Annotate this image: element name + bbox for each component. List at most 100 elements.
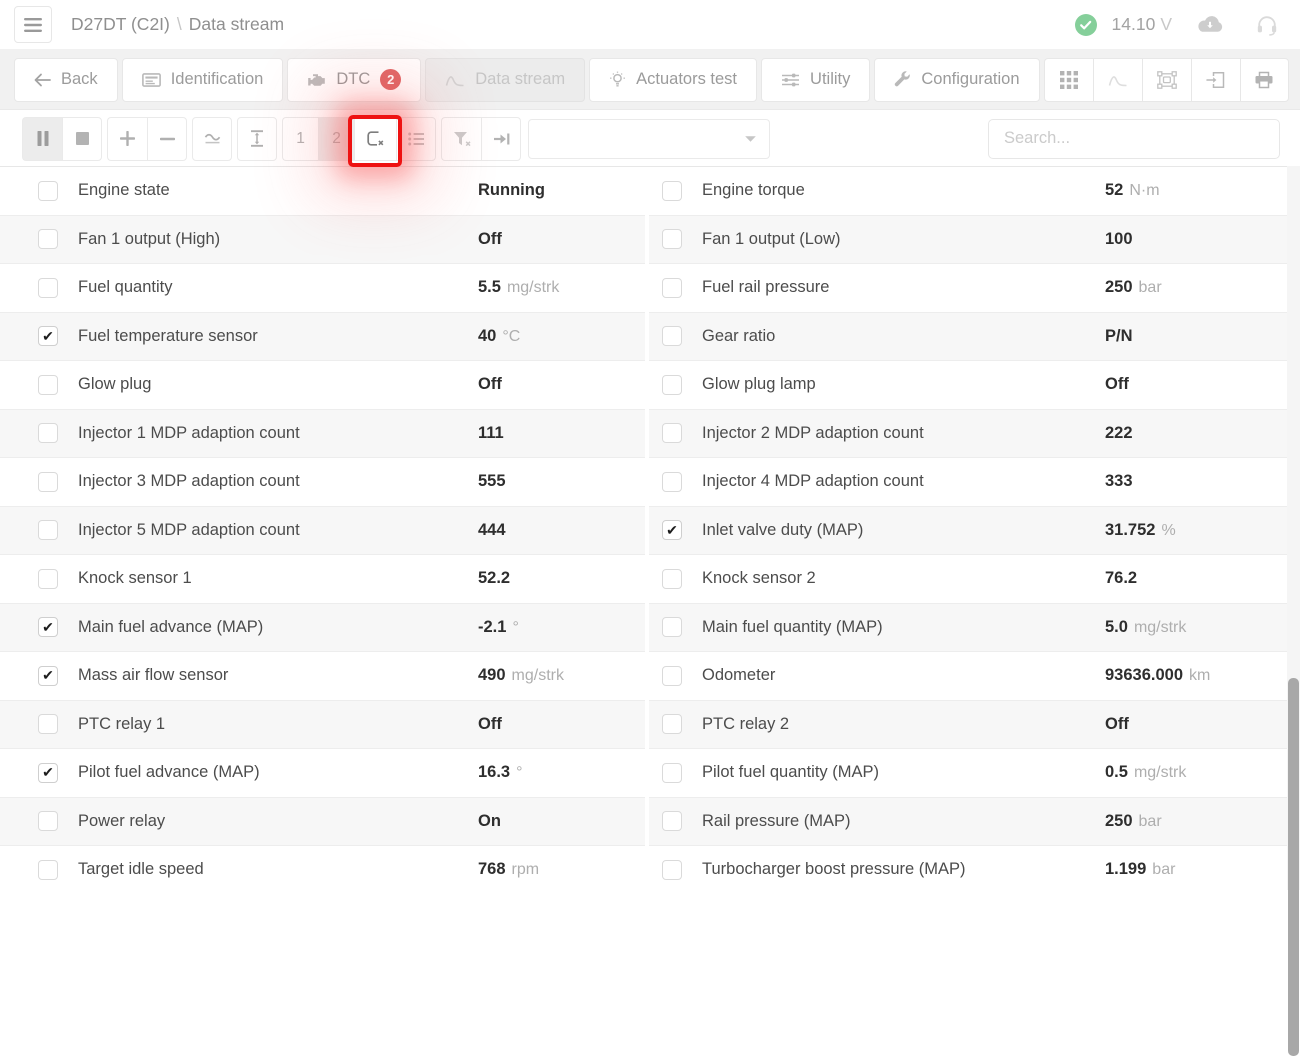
row-checkbox[interactable] [38,472,58,492]
headset-icon[interactable] [1256,14,1278,36]
tab-utility[interactable]: Utility [761,58,870,102]
parameter-value: 444 [478,521,506,540]
page-1-button[interactable]: 1 [282,117,318,161]
parameter-value: 52 [1105,181,1123,200]
row-checkbox[interactable] [38,520,58,540]
row-checkbox[interactable]: ✔ [38,617,58,637]
row-checkbox[interactable] [38,569,58,589]
parameter-name: Power relay [78,812,478,831]
parameter-group-dropdown[interactable] [528,119,770,159]
row-checkbox[interactable]: ✔ [38,326,58,346]
pause-button[interactable] [22,117,62,161]
page-2-button[interactable]: 2 [318,117,354,161]
parameter-name: Knock sensor 1 [78,569,478,588]
row-checkbox[interactable] [38,423,58,443]
add-button[interactable] [107,117,147,161]
voltage-value: 14.10 [1112,14,1156,34]
row-checkbox[interactable]: ✔ [38,763,58,783]
row-checkbox[interactable] [662,714,682,734]
clear-selection-icon [366,130,385,147]
export-button[interactable] [1191,58,1240,102]
parameter-value-cell: 40 °C [478,327,645,346]
grid-icon [1060,71,1078,89]
print-icon [1254,71,1274,89]
parameter-name: Fan 1 output (High) [78,230,478,249]
tab-dtc[interactable]: DTC 2 [287,58,421,102]
scrollbar-thumb[interactable] [1288,678,1299,1056]
parameter-value: 333 [1105,472,1133,491]
tab-label: Identification [171,70,264,89]
parameter-value-cell: Off [1105,715,1300,734]
table-row: Injector 1 MDP adaption count 111 [0,410,645,459]
row-checkbox[interactable] [662,423,682,443]
fit-height-button[interactable] [237,117,277,161]
cloud-download-icon[interactable] [1196,15,1224,34]
parameter-unit: bar [1139,813,1162,831]
row-checkbox[interactable] [662,763,682,783]
row-checkbox[interactable] [662,181,682,201]
parameter-value: 250 [1105,812,1133,831]
table-row: Pilot fuel quantity (MAP) 0.5 mg/strk [649,749,1300,798]
add-remove-group [107,117,187,161]
search-input[interactable] [988,119,1280,159]
tab-configuration[interactable]: Configuration [874,58,1039,102]
parameter-unit: bar [1152,861,1175,879]
parameter-unit: N·m [1129,182,1159,200]
add-icon [120,131,135,146]
graph-view-button[interactable] [1093,58,1142,102]
row-checkbox[interactable] [662,617,682,637]
list-view-button[interactable] [396,117,436,161]
row-checkbox[interactable] [662,860,682,880]
parameter-name: Injector 1 MDP adaption count [78,424,478,443]
row-checkbox[interactable] [38,278,58,298]
back-button[interactable]: Back [14,58,118,102]
clear-selection-button[interactable] [354,117,396,161]
parameter-value: 93636.000 [1105,666,1183,685]
row-checkbox[interactable]: ✔ [38,666,58,686]
row-checkbox[interactable] [38,714,58,734]
grid-view-button[interactable] [1044,58,1093,102]
row-checkbox[interactable] [662,811,682,831]
row-checkbox[interactable] [38,375,58,395]
frame-select-button[interactable] [1142,58,1191,102]
row-checkbox[interactable] [662,472,682,492]
remove-button[interactable] [147,117,187,161]
row-checkbox[interactable] [662,278,682,298]
table-row: Main fuel quantity (MAP) 5.0 mg/strk [649,604,1300,653]
parameter-name: Glow plug lamp [702,375,1105,394]
scrollbar-track[interactable] [1287,166,1300,890]
menu-button[interactable] [14,6,52,43]
clear-filter-button[interactable] [441,117,481,161]
row-checkbox[interactable] [662,326,682,346]
parameter-value-cell: 100 [1105,230,1300,249]
smooth-button[interactable] [192,117,232,161]
row-checkbox[interactable] [38,860,58,880]
table-row: Knock sensor 2 76.2 [649,555,1300,604]
parameter-value: 100 [1105,230,1133,249]
row-checkbox[interactable] [662,229,682,249]
identification-icon [142,72,161,88]
parameter-value: 555 [478,472,506,491]
tab-data-stream[interactable]: Data stream [425,58,585,102]
wrench-icon [894,71,911,88]
row-checkbox[interactable] [662,375,682,395]
filter-group [441,117,521,161]
row-checkbox[interactable] [662,569,682,589]
smooth-group [192,117,232,161]
parameter-value-cell: Running [478,181,645,200]
go-to-end-button[interactable] [481,117,521,161]
parameter-name: Injector 2 MDP adaption count [702,424,1105,443]
parameter-name: Injector 4 MDP adaption count [702,472,1105,491]
stop-button[interactable] [62,117,102,161]
row-checkbox[interactable] [38,229,58,249]
row-checkbox[interactable] [662,666,682,686]
datastream-toolbar: 1 2 [0,111,1300,166]
row-checkbox[interactable] [38,181,58,201]
row-checkbox[interactable]: ✔ [662,520,682,540]
print-button[interactable] [1240,58,1289,102]
row-checkbox[interactable] [38,811,58,831]
tab-identification[interactable]: Identification [122,58,284,102]
tab-actuators-test[interactable]: Actuators test [589,58,757,102]
caret-down-icon [744,135,757,143]
smooth-icon [204,133,221,145]
